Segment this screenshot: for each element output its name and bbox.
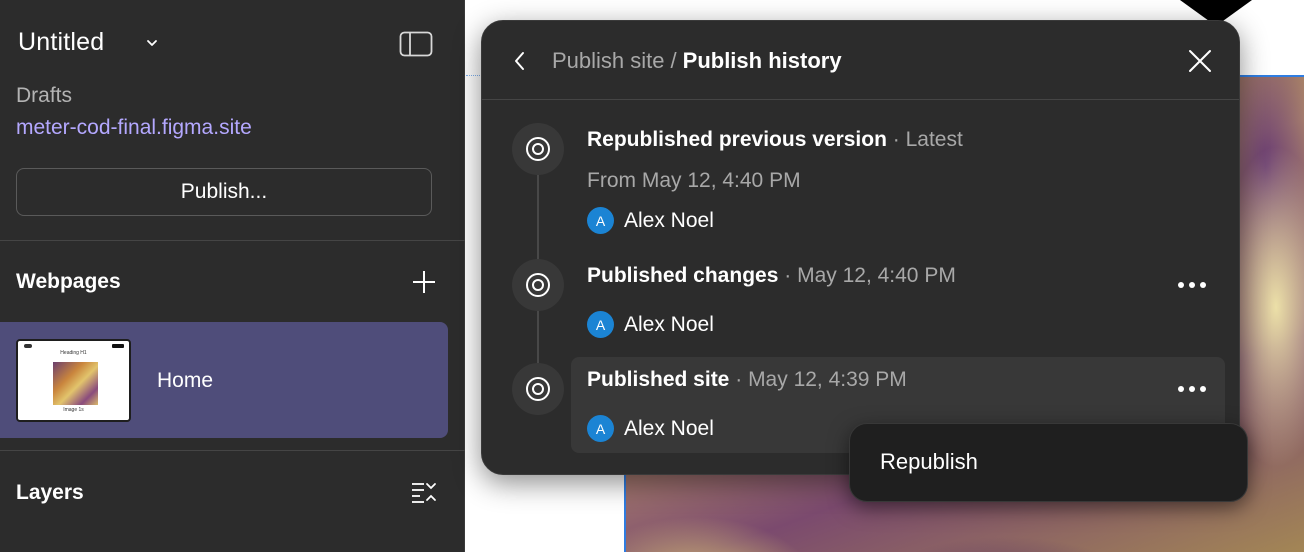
breadcrumb-parent[interactable]: Publish site	[552, 48, 665, 74]
thumbnail-button	[112, 344, 124, 348]
avatar: A	[587, 415, 614, 442]
webpage-item-home[interactable]: Heading H1 Image 1s Home	[0, 322, 448, 438]
timeline-connector	[537, 173, 539, 263]
history-entry-title: Published changes · May 12, 4:40 PM	[587, 264, 956, 288]
breadcrumb-separator: /	[670, 48, 677, 73]
target-circle-icon	[512, 259, 564, 311]
file-title[interactable]: Untitled	[18, 28, 104, 57]
list-collapse-icon[interactable]	[411, 481, 437, 503]
section-divider	[0, 450, 465, 451]
republish-menu-item[interactable]: Republish	[880, 449, 978, 475]
entry-subtitle: From May 12, 4:40 PM	[587, 169, 801, 192]
entry-meta: Latest	[905, 128, 963, 151]
layers-heading: Layers	[16, 481, 84, 504]
target-circle-icon	[512, 363, 564, 415]
target-circle-icon	[512, 123, 564, 175]
author-name: Alex Noel	[624, 208, 714, 232]
frame-selection-edge-left	[624, 474, 626, 552]
author-name: Alex Noel	[624, 312, 714, 336]
history-entry-title: Published site · May 12, 4:39 PM	[587, 368, 907, 392]
thumbnail-image	[53, 362, 98, 405]
timeline-connector	[537, 311, 539, 367]
more-horizontal-icon[interactable]	[1172, 275, 1212, 295]
thumbnail-heading: Heading H1	[60, 350, 87, 356]
entry-author: A Alex Noel	[587, 415, 714, 442]
page-thumbnail: Heading H1 Image 1s	[16, 339, 131, 422]
webpages-heading: Webpages	[16, 270, 121, 293]
avatar: A	[587, 311, 614, 338]
entry-author: A Alex Noel	[587, 207, 714, 234]
close-icon[interactable]	[1186, 47, 1214, 75]
section-divider	[0, 240, 465, 241]
entry-separator: ·	[784, 264, 792, 287]
entry-separator: ·	[892, 128, 900, 151]
thumbnail-caption: Image 1s	[63, 407, 84, 413]
publish-history-dialog: Publish site / Publish history Republish…	[481, 20, 1240, 475]
breadcrumb: Publish site / Publish history	[552, 48, 842, 74]
breadcrumb-current: Publish history	[682, 48, 842, 73]
more-horizontal-icon[interactable]	[1172, 379, 1212, 399]
dialog-divider	[482, 99, 1239, 100]
entry-meta: May 12, 4:40 PM	[797, 264, 956, 287]
thumbnail-nav	[24, 344, 32, 348]
plus-icon[interactable]	[410, 268, 438, 296]
chevron-down-icon[interactable]	[144, 35, 160, 51]
drafts-label: Drafts	[16, 84, 73, 107]
site-url-link[interactable]: meter-cod-final.figma.site	[16, 116, 252, 140]
entry-context-menu: Republish	[849, 423, 1248, 502]
entry-action: Published changes	[587, 264, 779, 287]
frame-selection-edge	[1240, 75, 1304, 77]
chevron-left-icon[interactable]	[510, 50, 530, 72]
entry-separator: ·	[735, 368, 743, 391]
entry-action: Published site	[587, 368, 730, 391]
entry-author: A Alex Noel	[587, 311, 714, 338]
webpage-name: Home	[157, 369, 214, 392]
avatar: A	[587, 207, 614, 234]
history-entry-title: Republished previous version · Latest	[587, 128, 963, 152]
publish-button[interactable]: Publish...	[16, 168, 432, 216]
sidebar-toggle-icon[interactable]	[399, 31, 433, 57]
entry-meta: May 12, 4:39 PM	[748, 368, 907, 391]
author-name: Alex Noel	[624, 416, 714, 440]
entry-action: Republished previous version	[587, 128, 887, 151]
left-sidebar: Untitled Drafts meter-cod-final.figma.si…	[0, 0, 465, 552]
